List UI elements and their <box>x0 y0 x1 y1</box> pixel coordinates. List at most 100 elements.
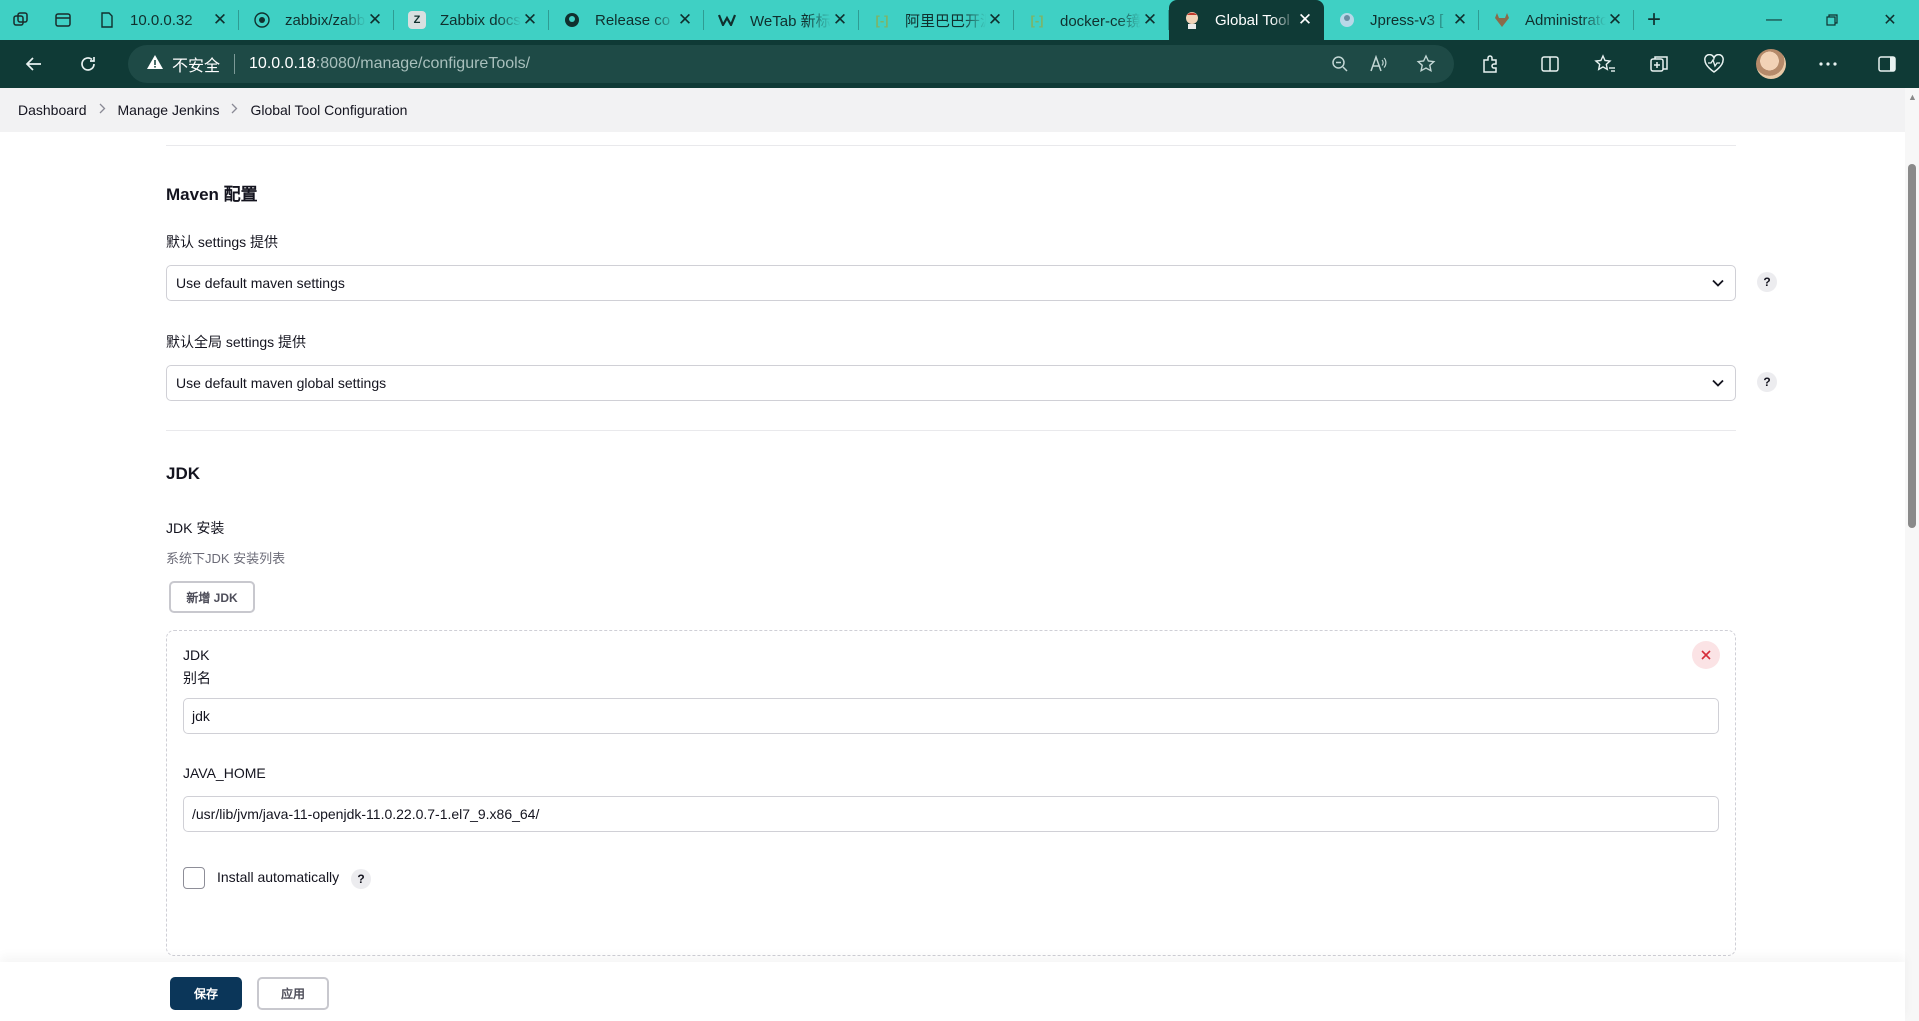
browser-tab-active[interactable]: Global Tool ✕ <box>1169 0 1324 40</box>
browser-tab-title: 10.0.0.32 <box>130 11 193 29</box>
maven-settings-select[interactable]: Use default maven settings <box>166 265 1736 301</box>
chevron-right-icon <box>231 103 238 117</box>
close-tab-icon[interactable]: ✕ <box>1141 10 1159 30</box>
browser-tab-title: 阿里巴巴开源 <box>905 12 986 30</box>
breadcrumb-global-tool-configuration[interactable]: Global Tool Configuration <box>250 102 407 118</box>
java-home-label: JAVA_HOME <box>183 765 266 781</box>
url-host: 10.0.0.18 <box>249 55 316 72</box>
split-screen-icon[interactable] <box>1528 40 1572 88</box>
scrollbar-thumb[interactable] <box>1908 164 1916 528</box>
close-tab-icon[interactable]: ✕ <box>986 10 1004 30</box>
jdk-name-input[interactable]: jdk <box>183 698 1719 734</box>
apply-button[interactable]: 应用 <box>257 977 329 1010</box>
close-tab-icon[interactable]: ✕ <box>1451 10 1469 30</box>
url-path: :8080/manage/configureTools/ <box>315 55 531 72</box>
browser-tab[interactable]: [-] docker-ce镜像 ✕ <box>1014 0 1169 40</box>
scroll-up-arrow-icon[interactable]: ▲ <box>1908 92 1917 102</box>
browser-tab[interactable]: [-] 阿里巴巴开源 ✕ <box>859 0 1014 40</box>
read-aloud-icon[interactable] <box>1360 45 1396 83</box>
delete-jdk-button[interactable] <box>1692 641 1720 669</box>
breadcrumb: Dashboard Manage Jenkins Global Tool Con… <box>0 88 1905 132</box>
browser-tab-title: WeTab 新标签页 <box>750 12 831 30</box>
tab-actions-icon[interactable] <box>42 0 84 40</box>
browser-tab-title: Administrator <box>1525 11 1606 29</box>
help-icon[interactable]: ? <box>1757 372 1777 392</box>
help-icon[interactable]: ? <box>1757 272 1777 292</box>
browser-tab[interactable]: zabbix/zabbix ✕ <box>239 0 394 40</box>
profile-avatar[interactable] <box>1749 40 1793 88</box>
warning-icon[interactable] <box>146 54 164 75</box>
back-icon[interactable] <box>12 40 56 88</box>
help-icon[interactable]: ? <box>351 869 371 889</box>
install-automatically-label[interactable]: Install automatically <box>217 869 339 885</box>
gitlab-icon <box>1493 11 1511 29</box>
add-jdk-button[interactable]: 新增 JDK <box>169 581 255 613</box>
page-icon <box>98 11 116 29</box>
window-controls: — ✕ <box>1745 0 1919 40</box>
jdk-name-label: 别名 <box>183 670 211 686</box>
close-tab-icon[interactable]: ✕ <box>521 10 539 30</box>
security-status[interactable]: 不安全 <box>172 52 220 76</box>
browser-tab-title: docker-ce镜像 <box>1060 12 1141 30</box>
browser-tab[interactable]: WeTab 新标签页 ✕ <box>704 0 859 40</box>
workspaces-icon[interactable] <box>0 0 42 40</box>
maven-section-title: Maven 配置 <box>166 185 258 204</box>
breadcrumb-manage-jenkins[interactable]: Manage Jenkins <box>118 102 220 118</box>
wetab-icon <box>718 11 736 29</box>
close-tab-icon[interactable]: ✕ <box>1296 10 1314 30</box>
jdk-section-title: JDK <box>166 464 201 483</box>
close-window-icon[interactable]: ✕ <box>1861 0 1919 40</box>
close-tab-icon[interactable]: ✕ <box>1606 10 1624 30</box>
minimize-icon[interactable]: — <box>1745 0 1803 40</box>
close-tab-icon[interactable]: ✕ <box>366 10 384 30</box>
collections-icon[interactable] <box>1637 40 1681 88</box>
more-menu-icon[interactable] <box>1806 40 1850 88</box>
maven-settings-label: 默认 settings 提供 <box>166 234 279 250</box>
zabbix-z-icon: Z <box>408 11 426 29</box>
browser-tab-title: Global Tool <box>1215 11 1290 29</box>
browser-tab-title: Release co <box>595 11 671 29</box>
chevron-down-icon <box>1711 276 1725 293</box>
section-divider <box>166 145 1736 146</box>
divider <box>234 54 236 74</box>
extensions-icon[interactable] <box>1468 40 1512 88</box>
jdk-install-description: 系统下JDK 安装列表 <box>166 551 286 566</box>
browser-tab[interactable]: Release co ✕ <box>549 0 704 40</box>
jenkins-icon <box>1183 11 1201 29</box>
close-tab-icon[interactable]: ✕ <box>676 10 694 30</box>
browser-tab[interactable]: Z Zabbix docs ✕ <box>394 0 549 40</box>
refresh-icon[interactable] <box>66 40 110 88</box>
browser-tab[interactable]: 10.0.0.32 ✕ <box>84 0 239 40</box>
jdk-installation-entry: JDK 别名 jdk JAVA_HOME /usr/lib/jvm/java-1… <box>166 630 1736 956</box>
avatar-image <box>1756 49 1786 79</box>
github-icon <box>563 11 581 29</box>
breadcrumb-dashboard[interactable]: Dashboard <box>18 102 87 118</box>
install-automatically-checkbox[interactable] <box>183 867 205 889</box>
form-action-bar: 保存 应用 <box>0 962 1905 1021</box>
maven-global-settings-select[interactable]: Use default maven global settings <box>166 365 1736 401</box>
save-button[interactable]: 保存 <box>170 977 242 1010</box>
browser-tab[interactable]: Administrator ✕ <box>1479 0 1634 40</box>
aliyun-icon: [-] <box>875 12 889 28</box>
java-home-input[interactable]: /usr/lib/jvm/java-11-openjdk-11.0.22.0.7… <box>183 796 1719 832</box>
restore-icon[interactable] <box>1803 0 1861 40</box>
vertical-scrollbar[interactable]: ▲ <box>1905 88 1919 1021</box>
chevron-right-icon <box>99 103 106 117</box>
jdk-entry-heading: JDK <box>183 647 210 663</box>
zabbix-icon <box>253 11 271 29</box>
new-tab-button[interactable]: + <box>1634 0 1674 40</box>
maven-settings-value: Use default maven settings <box>176 275 345 291</box>
close-tab-icon[interactable]: ✕ <box>831 10 849 30</box>
close-tab-icon[interactable]: ✕ <box>211 10 229 30</box>
gitee-icon <box>1338 11 1356 29</box>
browser-tab-strip: 10.0.0.32 ✕ zabbix/zabbix ✕ Z Zabbix doc… <box>0 0 1919 40</box>
browser-essentials-icon[interactable] <box>1692 40 1736 88</box>
favorites-icon[interactable] <box>1583 40 1627 88</box>
zoom-icon[interactable] <box>1322 45 1358 83</box>
favorite-star-icon[interactable] <box>1408 45 1444 83</box>
section-divider <box>166 430 1736 431</box>
aliyun-icon: [-] <box>1030 12 1044 28</box>
browser-tab[interactable]: Jpress-v3 [ ✕ <box>1324 0 1479 40</box>
sidebar-toggle-icon[interactable] <box>1865 40 1909 88</box>
address-bar[interactable]: 不安全 10.0.0.18:8080/manage/configureTools… <box>128 45 1454 83</box>
